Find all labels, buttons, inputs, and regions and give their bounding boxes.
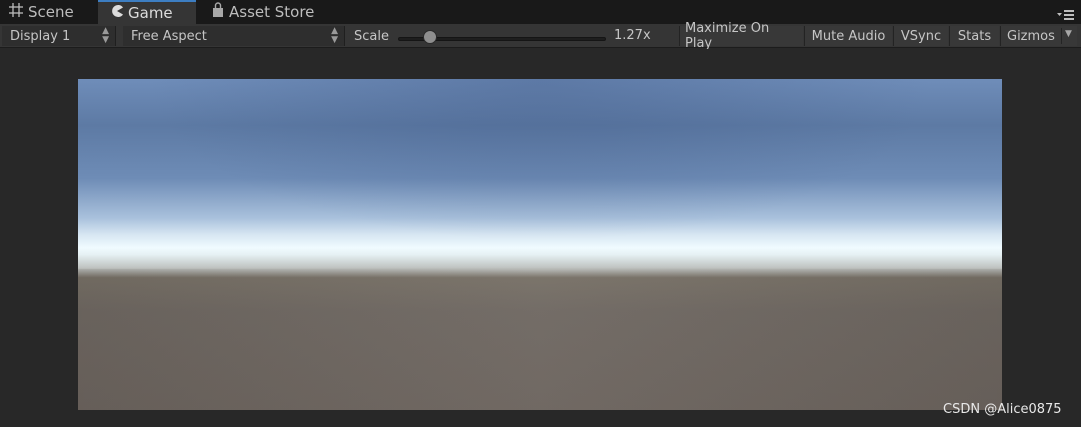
- gizmos-label: Gizmos: [1007, 28, 1055, 44]
- tab-game[interactable]: Game: [98, 0, 196, 24]
- stats-button[interactable]: Stats: [949, 26, 999, 46]
- game-toolbar: Display 1 ▲ ▼ Free Aspect ▲ ▼ Scale 1.27x …: [0, 21, 1081, 51]
- maximize-on-play-label: Maximize On Play: [685, 21, 770, 51]
- tab-bar: Scene Game Asset Store: [0, 0, 1081, 24]
- scale-label: Scale: [354, 28, 389, 44]
- game-view-area: [0, 49, 1081, 427]
- ground-plane: [78, 269, 1002, 410]
- watermark: CSDN @Alice0875: [943, 402, 1062, 417]
- mute-audio-button[interactable]: Mute Audio: [804, 26, 892, 46]
- gizmos-button[interactable]: Gizmos ▼: [1000, 26, 1077, 46]
- tab-game-label: Game: [128, 4, 173, 22]
- display-dropdown-value: Display 1: [10, 28, 71, 44]
- tab-scene-label: Scene: [28, 3, 74, 21]
- stats-label: Stats: [957, 28, 992, 44]
- vsync-button[interactable]: VSync: [893, 26, 948, 46]
- display-dropdown[interactable]: Display 1 ▲ ▼: [2, 26, 116, 46]
- panel-menu-icon[interactable]: [1057, 6, 1075, 20]
- maximize-on-play-button[interactable]: Maximize On Play: [679, 21, 803, 51]
- chevron-updown-icon: ▲ ▼: [102, 26, 109, 45]
- shopping-bag-icon: [211, 2, 225, 22]
- aspect-dropdown-value: Free Aspect: [131, 28, 207, 44]
- game-viewport[interactable]: [78, 79, 1002, 410]
- tab-scene[interactable]: Scene: [4, 0, 96, 24]
- chevron-down-icon[interactable]: ▼: [1065, 29, 1072, 39]
- scale-control: Scale 1.27x: [350, 26, 675, 46]
- chevron-updown-icon: ▲ ▼: [331, 26, 338, 45]
- pacman-icon: [110, 4, 124, 22]
- scale-value: 1.27x: [614, 28, 651, 43]
- mute-audio-label: Mute Audio: [811, 28, 886, 44]
- scale-slider-thumb[interactable]: [423, 30, 438, 44]
- vsync-label: VSync: [900, 28, 942, 44]
- grid-icon: [8, 2, 24, 22]
- gizmos-divider: [1061, 28, 1062, 44]
- sky: [78, 79, 1002, 269]
- tab-asset-store[interactable]: Asset Store: [205, 0, 335, 24]
- tab-asset-store-label: Asset Store: [229, 3, 315, 21]
- aspect-dropdown[interactable]: Free Aspect ▲ ▼: [123, 26, 345, 46]
